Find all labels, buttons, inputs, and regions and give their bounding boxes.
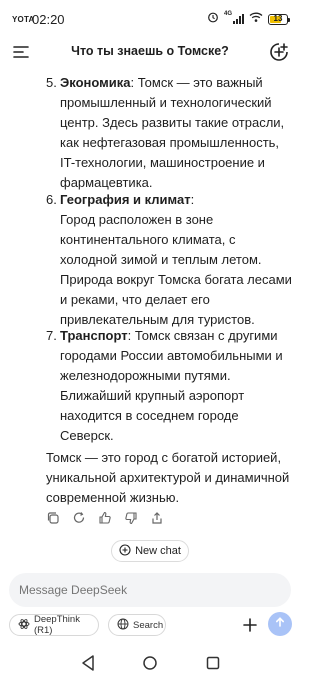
- plus-circle-icon[interactable]: [268, 41, 290, 63]
- message-actions: [45, 510, 165, 526]
- chat-title: Что ты знаешь о Томске?: [71, 44, 229, 58]
- nav-home-button[interactable]: [142, 654, 158, 672]
- attach-plus-icon[interactable]: [240, 614, 260, 636]
- plus-circle-small-icon: [119, 543, 131, 559]
- search-label: Search: [133, 619, 164, 631]
- globe-icon: [117, 618, 129, 633]
- alarm-icon: [207, 10, 219, 28]
- list-text: : Томск — это важный промышленный и техн…: [60, 75, 285, 190]
- thumbs-down-icon[interactable]: [123, 510, 139, 526]
- list-heading: Экономика: [60, 75, 131, 90]
- status-icons: 4G 13: [207, 10, 290, 28]
- wifi-icon: [249, 10, 263, 28]
- clock: 02:20: [32, 12, 65, 27]
- regenerate-icon[interactable]: [71, 510, 87, 526]
- menu-icon[interactable]: [12, 44, 30, 60]
- message-input[interactable]: [19, 583, 279, 597]
- list-item: 6. География и климат: Город расположен …: [46, 190, 292, 330]
- list-number: 6.: [46, 192, 57, 207]
- nav-recent-button[interactable]: [205, 654, 221, 672]
- deepthink-toggle[interactable]: DeepThink (R1): [9, 614, 99, 636]
- list-text: Город расположен в зоне континентального…: [60, 212, 292, 327]
- conclusion-paragraph: Томск — это город с богатой историей, ун…: [46, 450, 290, 505]
- list-text: : Томск связан с другими городами России…: [60, 328, 283, 443]
- list-heading: География и климат: [60, 192, 191, 207]
- copy-icon[interactable]: [45, 510, 61, 526]
- list-item: 7. Транспорт: Томск связан с другими гор…: [46, 326, 292, 446]
- list-number: 5.: [46, 75, 57, 90]
- list-text: :: [190, 192, 195, 207]
- share-icon[interactable]: [149, 510, 165, 526]
- new-chat-label: New chat: [135, 545, 181, 557]
- message-input-container[interactable]: [9, 573, 291, 607]
- battery-level: 13: [273, 13, 283, 23]
- search-toggle[interactable]: Search: [108, 614, 166, 636]
- status-bar: YOTA 02:20 4G 13: [0, 0, 300, 36]
- arrow-up-icon: [274, 615, 286, 633]
- signal-4g-icon: 4G: [224, 11, 244, 25]
- nav-back-button[interactable]: [80, 654, 96, 672]
- chat-header: Что ты знаешь о Томске?: [0, 36, 300, 68]
- battery-icon: 13: [268, 13, 290, 25]
- deepthink-icon: [18, 618, 30, 633]
- list-heading: Транспорт: [60, 328, 128, 343]
- list-item: 5. Экономика: Томск — это важный промышл…: [46, 73, 292, 193]
- send-button[interactable]: [268, 612, 292, 636]
- deepthink-label: DeepThink (R1): [34, 614, 80, 636]
- new-chat-button[interactable]: New chat: [111, 540, 189, 562]
- list-number: 7.: [46, 328, 57, 343]
- thumbs-up-icon[interactable]: [97, 510, 113, 526]
